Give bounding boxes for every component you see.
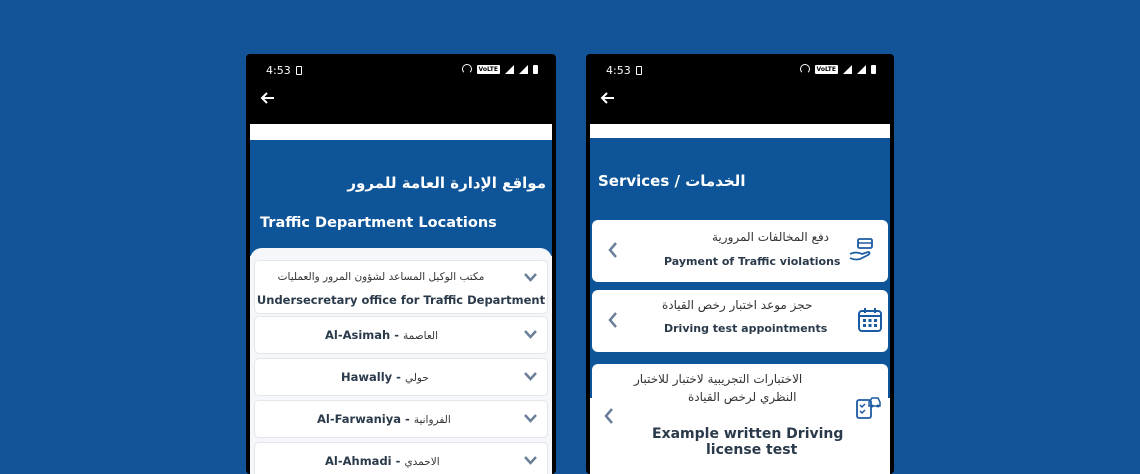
list-item-label: Al-Asimah - العاصمة: [325, 328, 438, 342]
service-label: Driving test appointments: [664, 322, 828, 335]
chevron-down-icon: [524, 414, 537, 423]
battery-icon: [533, 64, 538, 74]
service-label-arabic: حجز موعد اختبار رخص القيادة: [662, 298, 813, 312]
page-title: Services / الخدمات: [598, 172, 746, 190]
phone-services: 4:53 VoLTE Services / الخدمات دفع المخال…: [586, 54, 894, 474]
service-payment-violations[interactable]: دفع المخالفات المرورية Payment of Traffi…: [592, 220, 888, 282]
service-label: Payment of Traffic violations: [664, 255, 841, 268]
location-name-arabic: الاحمدي: [404, 456, 440, 468]
services-content: Services / الخدمات دفع المخالفات المروري…: [590, 124, 890, 474]
list-item-al-ahmadi[interactable]: Al-Ahmadi - الاحمدي: [254, 442, 548, 474]
locations-list: مكتب الوكيل المساعد لشؤون المرور والعملي…: [250, 248, 552, 474]
separator: -: [405, 412, 410, 426]
chevron-left-icon: [604, 408, 613, 424]
signal-icon: [505, 64, 514, 74]
separator: -: [395, 454, 401, 468]
hotspot-icon: [461, 64, 472, 74]
list-item-al-farwaniya[interactable]: Al-Farwaniya - الفروانية: [254, 400, 548, 438]
back-arrow-icon[interactable]: [260, 90, 280, 110]
service-label-arabic-line1: الاختبارات التجريبية لاختبار للاختبار: [634, 372, 803, 386]
back-arrow-icon[interactable]: [600, 90, 620, 110]
service-label-line1: Example written Driving: [652, 426, 844, 442]
service-driving-test-appointments[interactable]: حجز موعد اختبار رخص القيادة Driving test…: [592, 290, 888, 352]
location-name: Al-Asimah: [325, 328, 391, 342]
locations-header: مواقع الإدارة العامة للمرور Traffic Depa…: [250, 140, 552, 256]
battery-saver-icon: [296, 66, 302, 75]
chevron-down-icon: [524, 456, 537, 465]
phone-traffic-locations: 4:53 VoLTE مواقع الإدارة العامة للمرور T…: [246, 54, 556, 474]
volte-badge: VoLTE: [476, 64, 500, 74]
location-name-arabic: العاصمة: [403, 330, 439, 342]
separator: -: [396, 370, 401, 384]
list-item-undersecretary-office[interactable]: مكتب الوكيل المساعد لشؤون المرور والعملي…: [254, 260, 548, 314]
checklist-car-icon: [856, 397, 881, 419]
wifi-signal-icon: [857, 64, 866, 74]
hotspot-icon: [799, 64, 810, 74]
chevron-down-icon: [524, 372, 537, 381]
chevron-down-icon: [524, 330, 537, 339]
signal-icon: [843, 64, 852, 74]
location-name: Al-Ahmadi: [325, 454, 392, 468]
service-label-line2: license test: [706, 442, 798, 458]
page-title: Traffic Department Locations: [260, 215, 497, 231]
battery-saver-icon: [636, 66, 642, 75]
list-item-label: Hawally - حولي: [341, 370, 429, 384]
locations-content: مواقع الإدارة العامة للمرور Traffic Depa…: [250, 124, 552, 474]
list-item-al-asimah[interactable]: Al-Asimah - العاصمة: [254, 316, 548, 354]
chevron-left-icon: [608, 242, 617, 258]
chevron-left-icon: [608, 312, 617, 328]
status-bar: 4:53 VoLTE: [606, 62, 876, 78]
volte-badge: VoLTE: [814, 64, 838, 74]
wifi-signal-icon: [519, 64, 528, 74]
list-item-label: Undersecretary office for Traffic Depart…: [256, 293, 546, 307]
status-time: 4:53: [606, 64, 631, 77]
hand-card-icon: [849, 238, 873, 261]
battery-icon: [871, 64, 876, 74]
list-item-label: Al-Ahmadi - الاحمدي: [325, 454, 440, 468]
status-time: 4:53: [266, 64, 291, 77]
list-item-label-arabic: مكتب الوكيل المساعد لشؤون المرور والعملي…: [277, 271, 485, 283]
location-name-arabic: الفروانية: [413, 414, 451, 426]
location-name-arabic: حولي: [404, 372, 429, 384]
service-example-written-test[interactable]: الاختبارات التجريبية لاختبار للاختبار ال…: [592, 364, 888, 474]
separator: -: [394, 328, 400, 342]
status-bar: 4:53 VoLTE: [266, 62, 538, 78]
location-name: Hawally: [341, 370, 393, 384]
chevron-down-icon: [524, 273, 537, 282]
location-name: Al-Farwaniya: [317, 412, 401, 426]
list-item-hawally[interactable]: Hawally - حولي: [254, 358, 548, 396]
page-title-arabic: مواقع الإدارة العامة للمرور: [347, 174, 546, 192]
calendar-icon: [858, 308, 882, 332]
service-label-arabic-line2: النظري لرخص القيادة: [688, 390, 797, 404]
service-label-arabic: دفع المخالفات المرورية: [712, 230, 830, 244]
list-item-label: Al-Farwaniya - الفروانية: [317, 412, 451, 426]
